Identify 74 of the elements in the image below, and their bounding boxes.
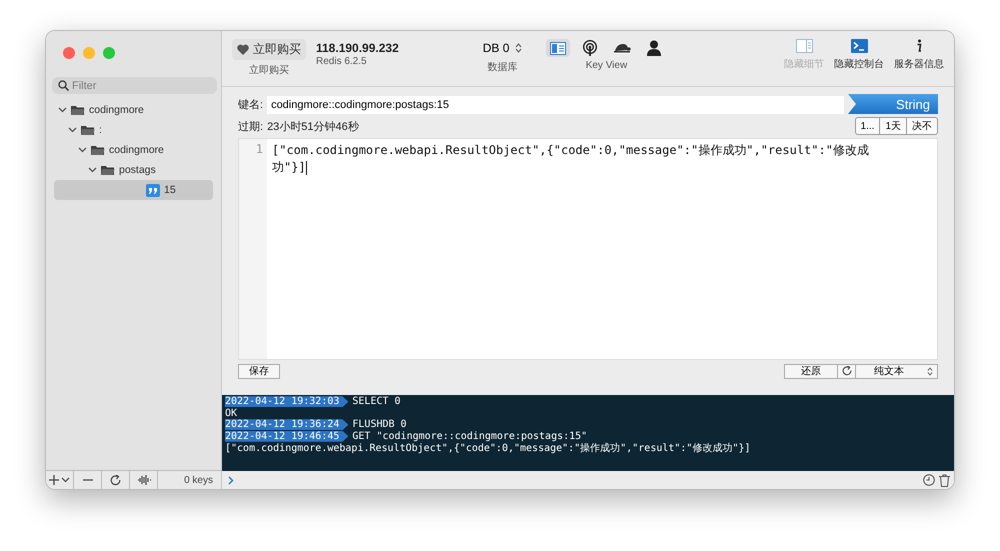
tree-item[interactable]: postags xyxy=(54,160,213,180)
plus-icon xyxy=(49,475,59,485)
terminal-icon xyxy=(850,39,868,53)
search-icon xyxy=(58,80,69,91)
chevron-down-icon[interactable] xyxy=(68,127,77,133)
timestamp: 2022-04-12 19:46:45 xyxy=(225,430,348,442)
panel-icon xyxy=(796,39,812,53)
chevron-down-icon[interactable] xyxy=(61,477,70,483)
trash-icon[interactable] xyxy=(939,474,950,486)
info-icon xyxy=(916,39,922,53)
buy-button[interactable]: 立即购买 xyxy=(232,39,306,60)
antenna-icon xyxy=(582,40,598,56)
format-selector[interactable]: 纯文本 xyxy=(856,364,938,378)
clock-icon[interactable] xyxy=(923,474,935,486)
ttl-button[interactable]: 1天 xyxy=(879,118,906,134)
stepper-icon xyxy=(515,43,522,53)
toolbar-caption: Key View xyxy=(586,60,628,71)
waveform-icon xyxy=(136,475,150,485)
ttl-button[interactable]: 决不 xyxy=(906,118,937,134)
minus-icon xyxy=(82,479,92,481)
key-label: 键名: xyxy=(238,98,264,112)
type-tag: String xyxy=(848,94,938,114)
heart-icon xyxy=(237,44,249,55)
tree-label: postags xyxy=(119,164,156,176)
reload-button[interactable] xyxy=(838,364,856,378)
timestamp: 2022-04-12 19:36:24 xyxy=(225,419,348,430)
folder-icon xyxy=(101,164,115,176)
folder-icon xyxy=(81,124,95,136)
database-selector[interactable]: DB 0 xyxy=(478,39,526,57)
ttl-value: 23小时51分钟46秒 xyxy=(267,120,360,134)
ttl-button[interactable]: 1... xyxy=(856,118,880,134)
add-button[interactable] xyxy=(46,471,74,489)
key-count: 0 keys xyxy=(184,474,214,486)
value-editor[interactable]: 1 ["com.codingmore.webapi.ResultObject",{"code":0,"message":"操作成功","result":"修改成功"}] xyxy=(238,138,938,360)
server-version: Redis 6.2.5 xyxy=(316,56,367,67)
tree-item[interactable]: : xyxy=(54,120,213,140)
toolbar-button[interactable]: 服务器信息 xyxy=(894,39,944,71)
tree-label: codingmore xyxy=(109,144,164,156)
ttl-label: 过期: xyxy=(238,120,264,134)
tree-item[interactable]: codingmore xyxy=(54,140,213,160)
chevron-down-icon[interactable] xyxy=(58,107,67,113)
filter-field[interactable]: Filter xyxy=(52,77,217,94)
timestamp: 2022-04-12 19:32:03 xyxy=(225,396,348,408)
revert-button[interactable]: 还原 xyxy=(784,364,838,378)
chevron-down-icon[interactable] xyxy=(78,147,87,153)
line-number: 1 xyxy=(256,142,263,156)
quote-icon xyxy=(146,184,160,196)
person-icon xyxy=(647,40,662,56)
sidebar-panel-icon xyxy=(550,42,566,54)
key-name-field[interactable]: codingmore::codingmore:postags:15 xyxy=(267,96,844,114)
folder-icon xyxy=(91,144,105,156)
console-command: SELECT 0 xyxy=(352,396,401,408)
tree-label: : xyxy=(99,124,102,136)
code-line: ["com.codingmore.webapi.ResultObject",{"code":0,"message":"操作成功","result":"修改成功"}] xyxy=(272,143,869,174)
toolbar-caption: 数据库 xyxy=(488,60,518,74)
tree-label: 15 xyxy=(164,184,176,196)
tree-item[interactable]: codingmore xyxy=(54,100,213,120)
toolbar-button[interactable]: 隐藏控制台 xyxy=(834,39,884,71)
refresh-icon xyxy=(110,474,121,486)
folder-icon xyxy=(71,104,85,116)
prompt-chevron-icon[interactable] xyxy=(228,476,234,484)
console-command: GET "codingmore::codingmore:postags:15" xyxy=(352,430,588,442)
chevron-down-icon[interactable] xyxy=(88,167,97,173)
save-button[interactable]: 保存 xyxy=(238,364,280,378)
tree-item[interactable]: 15 xyxy=(54,180,213,200)
stepper-icon xyxy=(927,366,933,376)
refresh-icon xyxy=(842,366,852,376)
server-host: 118.190.99.232 xyxy=(316,41,399,55)
console-command: FLUSHDB 0 xyxy=(352,419,407,430)
console-output: OK xyxy=(225,408,238,419)
tree-label: codingmore xyxy=(89,104,144,116)
toolbar-caption: 立即购买 xyxy=(249,64,289,77)
turtle-icon xyxy=(613,43,632,53)
console-output: ["com.codingmore.webapi.ResultObject",{"code":0,"message":"操作成功","result":"修改成功"}] xyxy=(225,442,751,455)
